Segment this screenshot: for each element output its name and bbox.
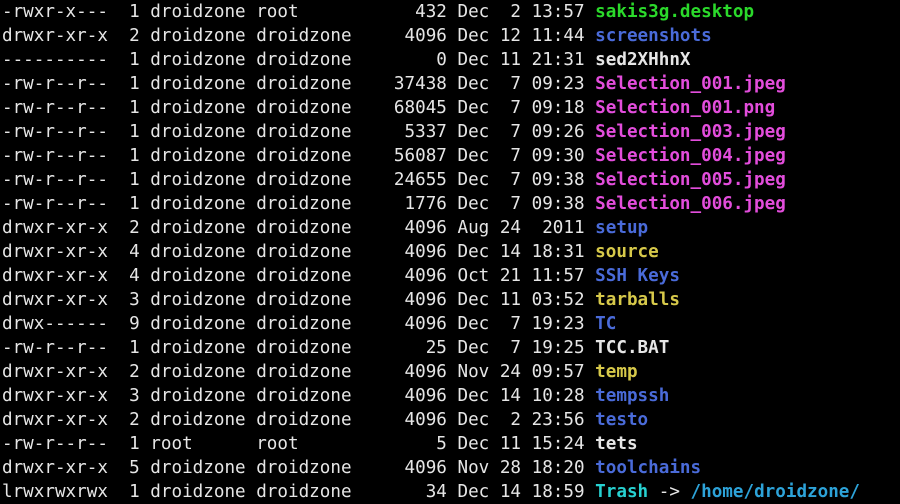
ls-row-meta: ---------- 1 droidzone droidzone 0 Dec 1… — [2, 50, 595, 70]
ls-row-meta: drwxr-xr-x 3 droidzone droidzone 4096 De… — [2, 290, 595, 310]
ls-row-meta: -rw-r--r-- 1 droidzone droidzone 25 Dec … — [2, 338, 595, 358]
ls-row-meta: lrwxrwxrwx 1 droidzone droidzone 34 Dec … — [2, 482, 595, 502]
ls-row-meta: drwxr-xr-x 3 droidzone droidzone 4096 De… — [2, 386, 595, 406]
ls-filename: Selection_003.jpeg — [595, 122, 786, 142]
ls-row-meta: -rw-r--r-- 1 root root 5 Dec 11 15:24 — [2, 434, 595, 454]
ls-filename: TC — [595, 314, 616, 334]
ls-row-meta: drwxr-xr-x 2 droidzone droidzone 4096 Au… — [2, 218, 595, 238]
ls-row-meta: drwxr-xr-x 2 droidzone droidzone 4096 De… — [2, 410, 595, 430]
ls-filename: TCC.BAT — [595, 338, 669, 358]
ls-filename: sakis3g.desktop — [595, 2, 754, 22]
ls-row: -rw-r--r-- 1 droidzone droidzone 56087 D… — [2, 144, 898, 168]
ls-row: drwxr-xr-x 3 droidzone droidzone 4096 De… — [2, 384, 898, 408]
ls-row: -rw-r--r-- 1 droidzone droidzone 1776 De… — [2, 192, 898, 216]
terminal-output: -rwxr-x--- 1 droidzone root 432 Dec 2 13… — [0, 0, 900, 504]
ls-filename: toolchains — [595, 458, 701, 478]
ls-row-meta: -rw-r--r-- 1 droidzone droidzone 5337 De… — [2, 122, 595, 142]
ls-row: drwxr-xr-x 4 droidzone droidzone 4096 Oc… — [2, 264, 898, 288]
ls-filename: setup — [595, 218, 648, 238]
ls-row: drwxr-xr-x 2 droidzone droidzone 4096 No… — [2, 360, 898, 384]
ls-row: drwxr-xr-x 2 droidzone droidzone 4096 Au… — [2, 216, 898, 240]
ls-filename: testo — [595, 410, 648, 430]
ls-filename: Trash — [595, 482, 648, 502]
ls-row-meta: drwxr-xr-x 4 droidzone droidzone 4096 Oc… — [2, 266, 595, 286]
symlink-arrow: -> — [648, 482, 690, 502]
ls-filename: Selection_006.jpeg — [595, 194, 786, 214]
ls-row: -rwxr-x--- 1 droidzone root 432 Dec 2 13… — [2, 0, 898, 24]
ls-row: drwxr-xr-x 2 droidzone droidzone 4096 De… — [2, 408, 898, 432]
ls-filename: tets — [595, 434, 637, 454]
ls-filename: tarballs — [595, 290, 680, 310]
ls-filename: source — [595, 242, 659, 262]
ls-row-meta: drwxr-xr-x 4 droidzone droidzone 4096 De… — [2, 242, 595, 262]
ls-filename: Selection_001.jpeg — [595, 74, 786, 94]
symlink-target: /home/droidzone/ — [691, 482, 860, 502]
ls-row-meta: drwxr-xr-x 2 droidzone droidzone 4096 No… — [2, 362, 595, 382]
ls-row: -rw-r--r-- 1 droidzone droidzone 5337 De… — [2, 120, 898, 144]
ls-row: -rw-r--r-- 1 droidzone droidzone 37438 D… — [2, 72, 898, 96]
ls-row-meta: drwx------ 9 droidzone droidzone 4096 De… — [2, 314, 595, 334]
ls-row-meta: -rwxr-x--- 1 droidzone root 432 Dec 2 13… — [2, 2, 595, 22]
ls-row: drwx------ 9 droidzone droidzone 4096 De… — [2, 312, 898, 336]
ls-row-meta: -rw-r--r-- 1 droidzone droidzone 68045 D… — [2, 98, 595, 118]
ls-filename: sed2XHhnX — [595, 50, 690, 70]
ls-row-meta: drwxr-xr-x 2 droidzone droidzone 4096 De… — [2, 26, 595, 46]
ls-row: ---------- 1 droidzone droidzone 0 Dec 1… — [2, 48, 898, 72]
ls-row-meta: -rw-r--r-- 1 droidzone droidzone 56087 D… — [2, 146, 595, 166]
ls-row: drwxr-xr-x 3 droidzone droidzone 4096 De… — [2, 288, 898, 312]
ls-filename: Selection_005.jpeg — [595, 170, 786, 190]
ls-filename: Selection_004.jpeg — [595, 146, 786, 166]
ls-row: drwxr-xr-x 5 droidzone droidzone 4096 No… — [2, 456, 898, 480]
ls-row: drwxr-xr-x 2 droidzone droidzone 4096 De… — [2, 24, 898, 48]
ls-row-meta: drwxr-xr-x 5 droidzone droidzone 4096 No… — [2, 458, 595, 478]
ls-row: -rw-r--r-- 1 root root 5 Dec 11 15:24 te… — [2, 432, 898, 456]
ls-filename: Selection_001.png — [595, 98, 775, 118]
ls-row: drwxr-xr-x 4 droidzone droidzone 4096 De… — [2, 240, 898, 264]
ls-row: -rw-r--r-- 1 droidzone droidzone 25 Dec … — [2, 336, 898, 360]
ls-filename: SSH Keys — [595, 266, 680, 286]
ls-row-meta: -rw-r--r-- 1 droidzone droidzone 24655 D… — [2, 170, 595, 190]
ls-filename: tempssh — [595, 386, 669, 406]
ls-row-meta: -rw-r--r-- 1 droidzone droidzone 1776 De… — [2, 194, 595, 214]
ls-filename: temp — [595, 362, 637, 382]
ls-filename: screenshots — [595, 26, 712, 46]
ls-row: -rw-r--r-- 1 droidzone droidzone 68045 D… — [2, 96, 898, 120]
ls-row: lrwxrwxrwx 1 droidzone droidzone 34 Dec … — [2, 480, 898, 504]
ls-row: -rw-r--r-- 1 droidzone droidzone 24655 D… — [2, 168, 898, 192]
ls-row-meta: -rw-r--r-- 1 droidzone droidzone 37438 D… — [2, 74, 595, 94]
